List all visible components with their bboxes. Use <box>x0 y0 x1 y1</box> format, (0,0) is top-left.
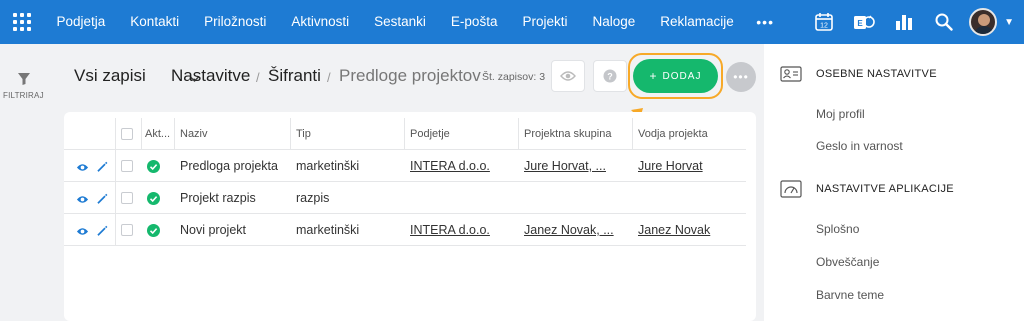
cell-skupina-link[interactable]: Janez Novak, ... <box>524 214 614 246</box>
cell-tip: marketinški <box>296 223 360 237</box>
settings-splosno[interactable]: Splošno <box>816 222 859 236</box>
table-row[interactable]: Novi projekt marketinški INTERA d.o.o. J… <box>64 214 746 246</box>
view-eye-icon[interactable] <box>76 193 89 206</box>
settings-obvescanje[interactable]: Obveščanje <box>816 255 879 269</box>
active-check-icon <box>147 160 160 173</box>
table-header-row: Akt... Naziv Tip Podjetje Projektna skup… <box>64 118 746 150</box>
cell-vodja-link[interactable]: Jure Horvat <box>638 150 703 182</box>
section-label: OSEBNE NASTAVITVE <box>816 68 937 80</box>
section-label: NASTAVITVE APLIKACIJE <box>816 183 954 195</box>
cell-tip: marketinški <box>296 159 360 173</box>
edit-pencil-icon[interactable] <box>95 224 108 237</box>
settings-moj-profil[interactable]: Moj profil <box>816 107 865 121</box>
section-osebne-nastavitve: OSEBNE NASTAVITVE <box>780 66 937 82</box>
cell-naziv: Projekt razpis <box>180 191 256 205</box>
cell-podjetje-link[interactable]: INTERA d.o.o. <box>410 150 490 182</box>
cell-vodja-link[interactable]: Janez Novak <box>638 214 710 246</box>
records-table-card: Akt... Naziv Tip Podjetje Projektna skup… <box>64 112 756 321</box>
column-header-active[interactable]: Akt... <box>145 118 170 150</box>
row-checkbox[interactable] <box>121 160 133 172</box>
row-checkbox[interactable] <box>121 224 133 236</box>
dashboard-gauge-icon <box>780 180 802 198</box>
column-header-podjetje[interactable]: Podjetje <box>410 118 450 150</box>
column-header-naziv[interactable]: Naziv <box>180 118 208 150</box>
cell-skupina-link[interactable]: Jure Horvat, ... <box>524 150 606 182</box>
cell-naziv: Predloga projekta <box>180 159 278 173</box>
active-check-icon <box>147 192 160 205</box>
edit-pencil-icon[interactable] <box>95 192 108 205</box>
column-header-projektna-skupina[interactable]: Projektna skupina <box>524 118 611 150</box>
column-header-tip[interactable]: Tip <box>296 118 311 150</box>
view-eye-icon[interactable] <box>76 161 89 174</box>
table-row[interactable]: Predloga projekta marketinški INTERA d.o… <box>64 150 746 182</box>
id-card-icon <box>780 66 802 82</box>
settings-barvne-teme[interactable]: Barvne teme <box>816 288 884 302</box>
select-all-checkbox[interactable] <box>121 128 133 140</box>
cell-naziv: Novi projekt <box>180 223 246 237</box>
view-eye-icon[interactable] <box>76 225 89 238</box>
cell-tip: razpis <box>296 191 330 205</box>
edit-pencil-icon[interactable] <box>95 160 108 173</box>
section-nastavitve-aplikacije: NASTAVITVE APLIKACIJE <box>780 180 954 198</box>
column-header-vodja-projekta[interactable]: Vodja projekta <box>638 118 708 150</box>
row-checkbox[interactable] <box>121 192 133 204</box>
active-check-icon <box>147 224 160 237</box>
settings-panel: OSEBNE NASTAVITVE Moj profil Geslo in va… <box>764 44 1024 321</box>
settings-geslo-in-varnost[interactable]: Geslo in varnost <box>816 139 903 153</box>
table-row[interactable]: Projekt razpis razpis <box>64 182 746 214</box>
cell-podjetje-link[interactable]: INTERA d.o.o. <box>410 214 490 246</box>
